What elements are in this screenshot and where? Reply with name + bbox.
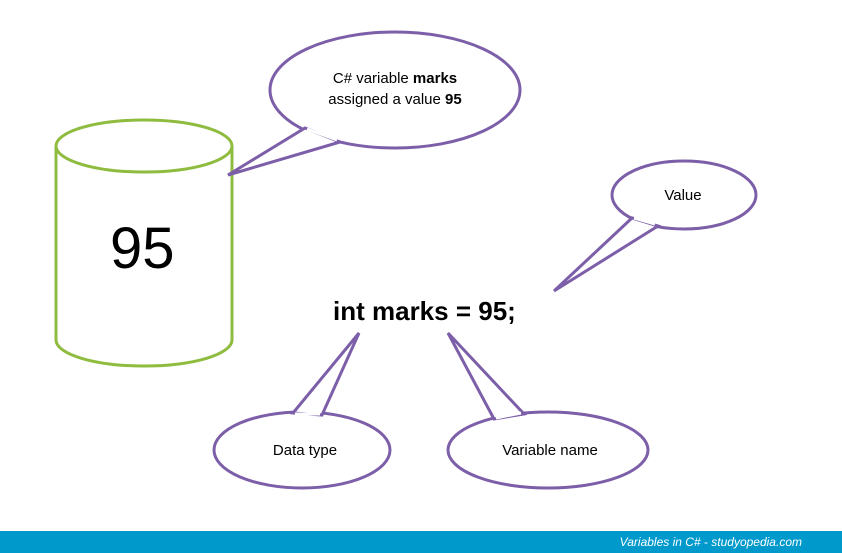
footer-bar: Variables in C# - studyopedia.com	[0, 531, 842, 553]
callout-top-line1-prefix: C# variable	[333, 70, 413, 87]
callout-varname-text: Variable name	[480, 440, 620, 461]
callout-value	[554, 161, 756, 291]
callout-top-line2-bold: 95	[445, 91, 462, 108]
callout-top-line1-bold: marks	[413, 70, 457, 87]
callout-datatype-text: Data type	[250, 440, 360, 461]
callout-varname	[448, 333, 648, 488]
cylinder-value: 95	[110, 215, 175, 282]
code-statement: int marks = 95;	[333, 296, 516, 327]
callout-value-text: Value	[648, 185, 718, 206]
callout-top-line2-prefix: assigned a value	[328, 91, 445, 108]
diagram-canvas: 95 int marks = 95; C# variable marks ass…	[0, 0, 842, 553]
footer-text: Variables in C# - studyopedia.com	[620, 535, 802, 549]
callout-description-text: C# variable marks assigned a value 95	[310, 68, 480, 110]
callout-datatype	[214, 333, 390, 488]
